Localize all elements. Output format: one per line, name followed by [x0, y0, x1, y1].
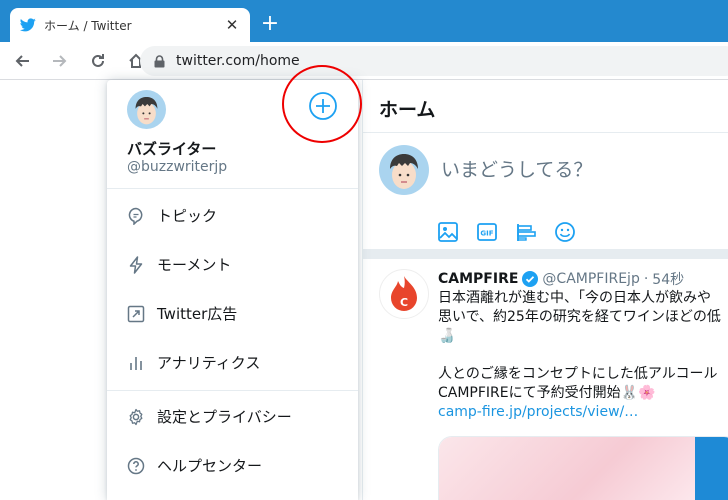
menu-item-label: アナリティクス [157, 354, 261, 372]
tweet-text-line: 人とのご縁をコンセプトにした低アルコール [438, 366, 718, 382]
avatar[interactable] [379, 145, 429, 195]
tweet-author-handle[interactable]: @CAMPFIREjp [542, 271, 639, 287]
gear-icon [127, 408, 145, 426]
account-profile: バズライター @buzzwriterjp [107, 65, 362, 189]
tweet-timestamp[interactable]: 54秒 [652, 269, 684, 289]
menu-item-settings[interactable]: 設定とプライバシー [107, 392, 358, 441]
page-title: ホーム [379, 99, 436, 121]
user-avatar-icon [379, 145, 429, 195]
tweet-author-name[interactable]: CAMPFIRE [438, 271, 518, 287]
highlight-annotation-circle [282, 65, 362, 143]
tweet-text-line [438, 346, 728, 365]
twitter-page: ホーム いまどうしてる？ GIF C CAMPFIRE @CAMPFIREjp … [0, 65, 728, 500]
image-icon[interactable] [437, 219, 476, 245]
account-handle: @buzzwriterjp [127, 159, 228, 175]
tweet-composer: いまどうしてる？ GIF [363, 133, 728, 259]
separator-dot: · [643, 271, 649, 287]
analytics-icon [127, 354, 145, 372]
lock-icon [154, 54, 166, 68]
reload-button[interactable] [82, 45, 114, 77]
menu-item-help-center[interactable]: ヘルプセンター [107, 441, 358, 490]
avatar[interactable] [127, 90, 166, 129]
account-menu: バズライター @buzzwriterjp トピック モーメント Twitter広… [107, 65, 362, 500]
menu-item-label: Twitter広告 [157, 305, 238, 323]
menu-item-moments[interactable]: モーメント [107, 240, 358, 289]
media-image-secondary [695, 437, 728, 500]
menu-item-label: ヘルプセンター [157, 457, 263, 475]
arrow-right-icon [53, 54, 67, 67]
poll-icon[interactable] [515, 219, 554, 245]
emoji-icon[interactable] [554, 219, 593, 245]
address-bar[interactable]: twitter.com/home [140, 46, 728, 76]
tweet-text-line: 思いで、約25年の研究を経てワインほどの低 [438, 309, 721, 325]
help-icon [127, 457, 145, 475]
forward-button[interactable] [44, 45, 76, 77]
gif-icon[interactable]: GIF [476, 219, 515, 245]
menu-item-label: 設定とプライバシー [157, 408, 292, 426]
menu-item-label: トピック [157, 207, 218, 225]
menu-item-twitter-ads[interactable]: Twitter広告 [107, 289, 358, 338]
user-avatar-icon [127, 90, 166, 129]
back-button[interactable] [6, 45, 38, 77]
svg-text:GIF: GIF [480, 230, 493, 238]
campfire-avatar[interactable]: C [379, 269, 429, 319]
url-text: twitter.com/home [176, 53, 300, 69]
tab-close-button[interactable]: ✕ [224, 16, 240, 34]
browser-tab[interactable]: ホーム / Twitter ✕ [10, 8, 250, 42]
campfire-logo-icon: C [391, 276, 417, 311]
timeline-header: ホーム [363, 80, 728, 133]
tweet-text-line: CAMPFIREにて予約受付開始🐰🌸 [438, 385, 656, 401]
browser-titlebar: ホーム / Twitter ✕ + [0, 0, 728, 42]
tweet-media-card[interactable] [438, 436, 728, 500]
menu-divider [107, 390, 358, 391]
arrow-left-icon [15, 54, 29, 67]
verified-badge-icon [522, 271, 539, 287]
ads-icon [127, 305, 145, 323]
home-timeline: ホーム いまどうしてる？ GIF C CAMPFIRE @CAMPFIREjp … [362, 80, 728, 500]
menu-item-analytics[interactable]: アナリティクス [107, 338, 358, 387]
tweet-text-line: 日本酒離れが進む中、「今の日本人が飲みや [438, 290, 711, 306]
tab-title: ホーム / Twitter [44, 18, 132, 33]
twitter-bird-icon [20, 17, 36, 33]
reload-icon [92, 53, 104, 67]
menu-item-label: モーメント [157, 256, 232, 274]
tweet[interactable]: C CAMPFIRE @CAMPFIREjp · 54秒 日本酒離れが進む中、「… [363, 259, 728, 500]
account-display-name: バズライター [127, 140, 217, 158]
compose-input[interactable]: いまどうしてる？ [441, 155, 592, 182]
new-tab-button[interactable]: + [258, 12, 282, 36]
browser-toolbar: twitter.com/home [0, 42, 728, 80]
topics-icon [127, 207, 145, 225]
media-image [439, 437, 695, 500]
left-sidebar-area [0, 80, 107, 500]
tweet-header: CAMPFIRE @CAMPFIREjp · 54秒 [438, 269, 728, 289]
svg-text:C: C [400, 296, 408, 309]
menu-item-topics[interactable]: トピック [107, 191, 358, 240]
compose-toolbar: GIF [437, 219, 593, 245]
tweet-body: CAMPFIRE @CAMPFIREjp · 54秒 日本酒離れが進む中、「今の… [438, 269, 728, 422]
lightning-icon [127, 255, 145, 274]
tweet-link[interactable]: camp-fire.jp/projects/view/… [438, 403, 728, 422]
tweet-text-line: 🍶 [438, 328, 456, 344]
